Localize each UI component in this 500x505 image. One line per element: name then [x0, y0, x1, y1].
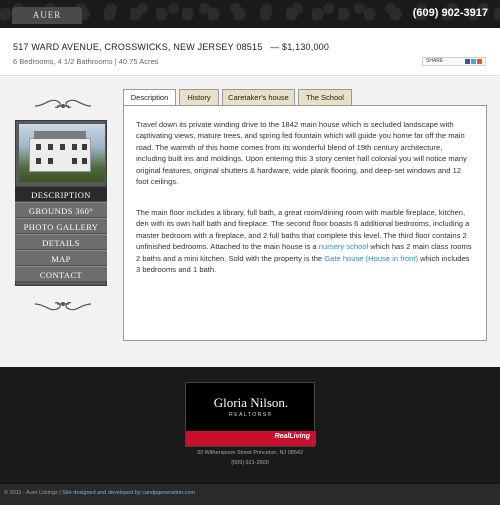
- more-icon: [477, 59, 482, 64]
- listing-price: — $1,130,000: [270, 42, 330, 52]
- menu-item-grounds-360[interactable]: GROUNDS 360°: [15, 202, 107, 218]
- tab-caretakers-house[interactable]: Caretaker's house: [222, 89, 295, 106]
- description-panel: Travel down its private winding drive to…: [123, 105, 487, 341]
- header-phone: (609) 902-3917: [412, 7, 488, 19]
- share-icons: [464, 59, 482, 67]
- description-paragraph-2: The main floor includes a library, full …: [136, 207, 474, 275]
- copyright: © 2011 - Auer Listings | Site designed a…: [4, 490, 195, 496]
- menu-item-photo-gallery[interactable]: PHOTO GALLERY: [15, 218, 107, 234]
- share-label: SHARE: [426, 58, 444, 64]
- menu-item-contact[interactable]: CONTACT: [15, 266, 107, 282]
- menu-item-description[interactable]: DESCRIPTION: [15, 186, 107, 202]
- menu-item-details[interactable]: DETAILS: [15, 234, 107, 250]
- property-menu: DESCRIPTION GROUNDS 360° PHOTO GALLERY D…: [15, 186, 107, 282]
- tab-the-school[interactable]: The School: [298, 89, 352, 106]
- brand-red-strip: RealLiving: [186, 431, 316, 446]
- office-address: 33 Witherspoon Street Princeton, NJ 0854…: [196, 450, 304, 456]
- house-image: [29, 131, 91, 172]
- facebook-icon: [465, 59, 470, 64]
- nursery-school-link[interactable]: nursery school: [319, 242, 368, 251]
- twitter-icon: [471, 59, 476, 64]
- property-photo[interactable]: [19, 124, 105, 182]
- credit-link[interactable]: Site designed and developed by candpgene…: [62, 490, 195, 496]
- description-paragraph-1: Travel down its private winding drive to…: [136, 120, 467, 187]
- copyright-text: © 2011 - Auer Listings: [4, 490, 58, 496]
- listing-address: 517 WARD AVENUE, CROSSWICKS, NEW JERSEY …: [13, 42, 263, 52]
- ornament-bottom-icon: [34, 302, 92, 311]
- gloria-nilson-logo[interactable]: Gloria Nilson. REALTORS® RealLiving: [185, 382, 316, 447]
- ornament-top-icon: [34, 99, 92, 108]
- share-button[interactable]: SHARE: [422, 57, 486, 66]
- listing-meta: 6 Bedrooms, 4 1/2 Bathrooms | 40.75 Acre…: [13, 57, 159, 66]
- tab-history[interactable]: History: [179, 89, 219, 106]
- office-phone: (609) 921-2600: [231, 460, 269, 466]
- listing-header: [0, 28, 500, 76]
- brand-name: Gloria Nilson.: [213, 395, 289, 410]
- brand-subtitle: REALTORS®: [229, 412, 273, 418]
- gate-house-link[interactable]: Gate house (House in front): [324, 254, 418, 263]
- site-logo[interactable]: AUER LISTINGS: [12, 7, 82, 37]
- listing-title: 517 WARD AVENUE, CROSSWICKS, NEW JERSEY …: [13, 42, 329, 52]
- realliving-logo: RealLiving: [274, 433, 310, 440]
- menu-item-map[interactable]: MAP: [15, 250, 107, 266]
